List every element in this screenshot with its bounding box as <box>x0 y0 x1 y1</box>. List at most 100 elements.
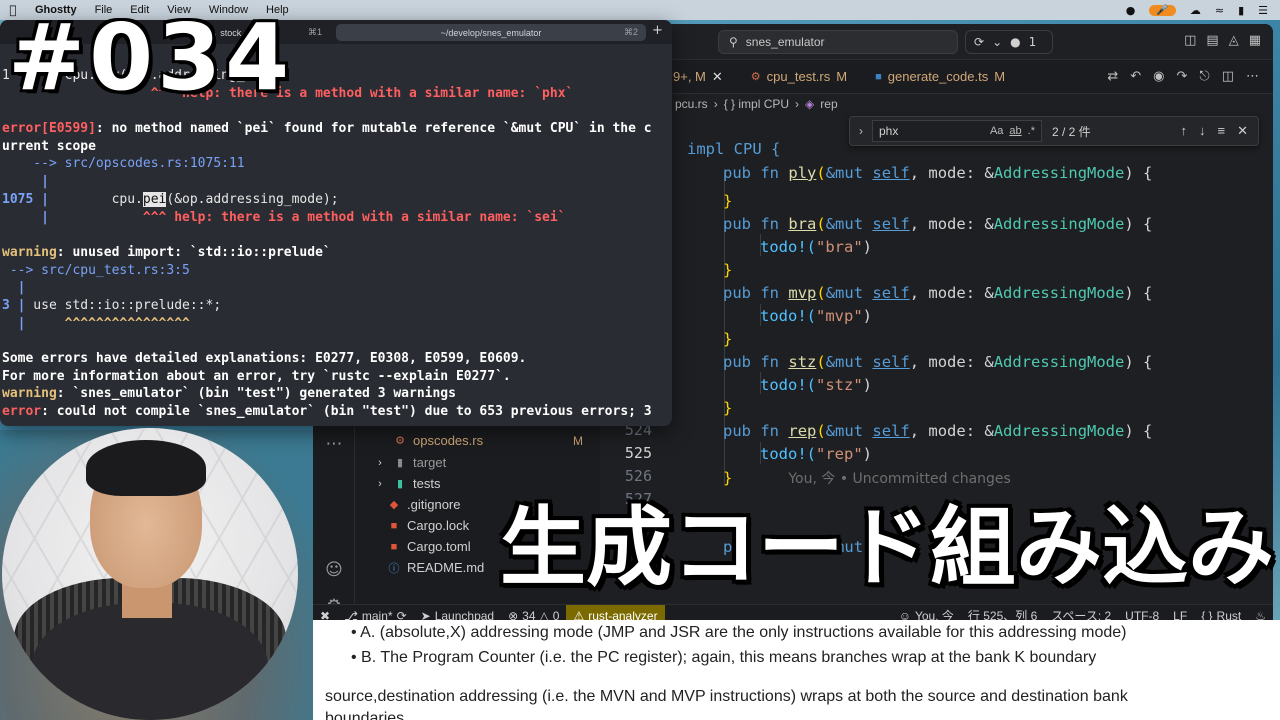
new-tab-icon[interactable]: + <box>652 23 663 38</box>
file-location: --> src/opscodes.rs:1075:11 <box>2 156 245 172</box>
code-text: cpu. <box>48 191 143 207</box>
terminal-line: --> src/cpu_test.rs:3:5 <box>2 263 670 281</box>
whole-word-toggle[interactable]: ab <box>1009 125 1021 137</box>
code-line-close: } <box>723 330 732 348</box>
tab-cpu-test[interactable]: ⚙ cpu_test.rs M <box>737 60 861 94</box>
toggle-secondary-sidebar-icon[interactable]: ◬ <box>1229 33 1239 48</box>
punct: ( <box>816 353 826 371</box>
line-number: 3 | <box>2 297 26 313</box>
git-icon: ◆ <box>389 499 399 511</box>
string-literal: "mvp" <box>816 307 863 325</box>
more-actions-icon[interactable]: ⋯ <box>1246 69 1259 84</box>
find-input[interactable]: phx Aa ab .* <box>872 120 1042 142</box>
tree-item-label: opscodes.rs <box>413 433 484 448</box>
more-icon[interactable]: ⋯ <box>324 434 344 454</box>
type-name: AddressingMode <box>993 164 1125 182</box>
tree-item-readme[interactable]: ⓘ README.md <box>387 557 485 578</box>
tab-label: ~/develop/snes_emulator <box>440 27 542 38</box>
tree-item-tests[interactable]: › ▮ tests <box>373 473 440 494</box>
error-message: : no method named `pei` found for mutabl… <box>95 121 652 137</box>
keyword: fn <box>760 422 780 440</box>
punct: ) { <box>1124 353 1153 371</box>
previous-match-icon[interactable]: ↑ <box>1181 123 1188 139</box>
tree-item-target[interactable]: › ▮ target <box>373 452 446 473</box>
keyword: fn <box>760 353 780 371</box>
split-editor-icon[interactable]: ◫ <box>1222 69 1234 84</box>
folder-icon: ▮ <box>396 478 404 490</box>
type-name: AddressingMode <box>993 353 1125 371</box>
line-number: 525 <box>624 444 652 462</box>
param: , mode: & <box>909 353 994 371</box>
keyword: &mut <box>825 353 873 371</box>
tab-label: cpu_test.rs <box>766 69 831 84</box>
cloud-icon[interactable]: ☁ <box>1190 4 1201 17</box>
chevron-right-icon: › <box>713 97 718 111</box>
gitlens-icon[interactable]: ⎋ <box>1199 69 1209 84</box>
keyword: impl CPU { <box>687 140 781 158</box>
terminal-tab-2[interactable]: ~/develop/snes_emulator ⌘2 <box>336 24 646 41</box>
microphone-icon[interactable]: 🎤 <box>1149 4 1176 16</box>
find-in-selection-icon[interactable]: ≡ <box>1218 123 1226 139</box>
code-line-close: } <box>723 261 732 279</box>
terminal-line: 3 | use std::io::prelude::*; <box>2 298 670 316</box>
warning-label: warning <box>2 386 57 402</box>
close-icon[interactable]: ✕ <box>712 69 723 85</box>
tab-opscodes[interactable]: 9+, M ✕ <box>673 60 737 94</box>
tree-item-label: Cargo.lock <box>407 518 470 533</box>
tab-generate-code[interactable]: ■ generate_code.ts M <box>861 60 1019 94</box>
timeline-icon[interactable]: ◉ <box>1153 69 1164 84</box>
toggle-sidebar-icon[interactable]: ◫ <box>1184 33 1196 48</box>
record-icon[interactable]: ● <box>1126 4 1136 17</box>
string-literal: "rep" <box>816 445 863 463</box>
terminal-line: --> src/opscodes.rs:1075:11 <box>2 156 670 174</box>
wifi-icon[interactable]: ≈ <box>1215 4 1224 17</box>
go-forward-icon[interactable]: ↷ <box>1177 69 1188 84</box>
regex-toggle[interactable]: .* <box>1028 125 1035 137</box>
gutter-bar: | <box>2 315 26 331</box>
punct: } <box>723 469 733 487</box>
match-case-toggle[interactable]: Aa <box>990 125 1003 137</box>
customize-layout-icon[interactable]: ▦ <box>1249 33 1261 48</box>
warning-message: : `snes_emulator` (bin "test") generated… <box>56 386 456 402</box>
warning-label: warning <box>2 244 57 260</box>
tree-item-cargo-toml[interactable]: ■ Cargo.toml <box>387 536 471 557</box>
tree-item-label: README.md <box>407 560 485 575</box>
account-icon[interactable]: ☺ <box>324 560 344 580</box>
toggle-replace-icon[interactable]: › <box>850 124 872 138</box>
type-name: AddressingMode <box>993 284 1125 302</box>
code-line-todo: todo!("rep") <box>760 445 872 463</box>
function-name: stz <box>788 353 817 371</box>
tree-item-cargo-lock[interactable]: ■ Cargo.lock <box>387 515 469 536</box>
command-center[interactable]: ⚲ snes_emulator <box>718 30 958 54</box>
terminal-line: warning: unused import: `std::io::prelud… <box>2 245 670 263</box>
control-center-icon[interactable]: ☰ <box>1258 4 1268 17</box>
punct: ) <box>862 238 873 256</box>
breadcrumb-impl[interactable]: { } impl CPU <box>724 97 789 111</box>
person-body <box>32 603 268 720</box>
tree-item-gitignore[interactable]: ◆ .gitignore <box>387 494 461 515</box>
compare-icon[interactable]: ⇄ <box>1107 69 1118 84</box>
rust-icon: ⚙ <box>750 71 761 83</box>
battery-icon[interactable]: ▮ <box>1238 4 1244 17</box>
tree-item-opscodes[interactable]: ⚙ opscodes.rs M <box>393 430 583 451</box>
punct: ) { <box>1124 422 1153 440</box>
chevron-right-icon: › <box>378 477 382 490</box>
code-line-fn-bra: pub fn bra(&mut self, mode: &AddressingM… <box>723 215 1152 233</box>
list-item: • A. (absolute,X) addressing mode (JMP a… <box>351 624 1127 641</box>
code-line-todo: todo!("stz") <box>760 376 872 394</box>
breadcrumb-symbol[interactable]: rep <box>820 97 837 111</box>
tree-item-label: target <box>413 455 447 470</box>
modified-badge: M <box>836 69 848 84</box>
terminal-line: | ^^^^^^^^^^^^^^^^ <box>2 316 670 334</box>
summary-text: Some errors have detailed explanations: … <box>2 351 527 366</box>
param: , mode: & <box>909 422 994 440</box>
toggle-panel-icon[interactable]: ▤ <box>1206 33 1218 48</box>
terminal-output[interactable]: 1 cpu.ply(&op.addressing_mode); ^^^ help… <box>2 66 670 422</box>
go-back-icon[interactable]: ↶ <box>1130 69 1141 84</box>
tab-shortcut: ⌘1 <box>307 27 322 37</box>
source-control-button[interactable]: ⟳ ⌄ ● 1 <box>965 30 1053 54</box>
close-icon[interactable]: ✕ <box>1237 123 1248 139</box>
chevron-right-icon: › <box>795 97 800 111</box>
next-match-icon[interactable]: ↓ <box>1199 123 1206 139</box>
breadcrumb-file[interactable]: pcu.rs <box>675 97 708 111</box>
